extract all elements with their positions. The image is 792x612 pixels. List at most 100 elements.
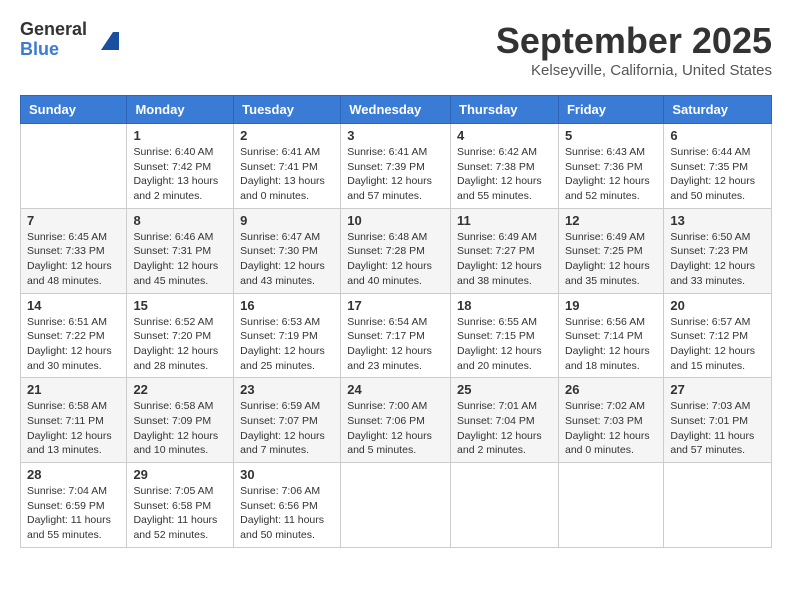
day-info: Sunrise: 6:40 AM Sunset: 7:42 PM Dayligh… <box>133 145 227 204</box>
day-info: Sunrise: 6:50 AM Sunset: 7:23 PM Dayligh… <box>670 230 765 289</box>
day-number: 16 <box>240 298 334 313</box>
day-info: Sunrise: 6:54 AM Sunset: 7:17 PM Dayligh… <box>347 315 444 374</box>
logo-general-text: General <box>20 20 87 40</box>
calendar-cell: 28 Sunrise: 7:04 AM Sunset: 6:59 PM Dayli… <box>21 463 127 548</box>
day-number: 20 <box>670 298 765 313</box>
day-number: 22 <box>133 382 227 397</box>
page-header: General Blue September 2025 Kelseyville,… <box>20 20 772 79</box>
day-info: Sunrise: 6:52 AM Sunset: 7:20 PM Dayligh… <box>133 315 227 374</box>
day-number: 21 <box>27 382 120 397</box>
calendar-cell: 11Sunrise: 6:49 AM Sunset: 7:27 PM Dayli… <box>451 208 559 293</box>
calendar-cell: 15 Sunrise: 6:52 AM Sunset: 7:20 PM Dayli… <box>127 293 234 378</box>
calendar-cell <box>664 463 772 548</box>
day-info: Sunrise: 7:01 AM Sunset: 7:04 PM Dayligh… <box>457 399 552 458</box>
calendar-cell: 27 Sunrise: 7:03 AM Sunset: 7:01 PM Dayli… <box>664 378 772 463</box>
day-number: 13 <box>670 213 765 228</box>
calendar-cell: 24Sunrise: 7:00 AM Sunset: 7:06 PM Dayli… <box>341 378 451 463</box>
day-info: Sunrise: 6:58 AM Sunset: 7:11 PM Dayligh… <box>27 399 120 458</box>
header-tuesday: Tuesday <box>234 96 341 124</box>
calendar-cell: 2 Sunrise: 6:41 AM Sunset: 7:41 PM Daylig… <box>234 124 341 209</box>
logo-blue-text: Blue <box>20 40 87 60</box>
day-number: 29 <box>133 467 227 482</box>
calendar-cell: 17 Sunrise: 6:54 AM Sunset: 7:17 PM Dayli… <box>341 293 451 378</box>
day-number: 24 <box>347 382 444 397</box>
day-number: 15 <box>133 298 227 313</box>
header-saturday: Saturday <box>664 96 772 124</box>
calendar-week-row: 14 Sunrise: 6:51 AM Sunset: 7:22 PM Dayli… <box>21 293 772 378</box>
calendar-cell: 14 Sunrise: 6:51 AM Sunset: 7:22 PM Dayli… <box>21 293 127 378</box>
day-number: 9 <box>240 213 334 228</box>
day-info: Sunrise: 7:06 AM Sunset: 6:56 PM Dayligh… <box>240 484 334 543</box>
calendar-cell: 13 Sunrise: 6:50 AM Sunset: 7:23 PM Dayli… <box>664 208 772 293</box>
calendar-cell <box>558 463 663 548</box>
day-info: Sunrise: 6:49 AM Sunset: 7:25 PM Dayligh… <box>565 230 657 289</box>
calendar-cell: 29 Sunrise: 7:05 AM Sunset: 6:58 PM Dayli… <box>127 463 234 548</box>
calendar-cell: 23 Sunrise: 6:59 AM Sunset: 7:07 PM Dayli… <box>234 378 341 463</box>
calendar-cell: 5Sunrise: 6:43 AM Sunset: 7:36 PM Daylig… <box>558 124 663 209</box>
calendar-week-row: 1 Sunrise: 6:40 AM Sunset: 7:42 PM Daylig… <box>21 124 772 209</box>
day-info: Sunrise: 6:58 AM Sunset: 7:09 PM Dayligh… <box>133 399 227 458</box>
calendar-week-row: 21 Sunrise: 6:58 AM Sunset: 7:11 PM Dayli… <box>21 378 772 463</box>
header-thursday: Thursday <box>451 96 559 124</box>
day-info: Sunrise: 6:59 AM Sunset: 7:07 PM Dayligh… <box>240 399 334 458</box>
calendar-cell: 10Sunrise: 6:48 AM Sunset: 7:28 PM Dayli… <box>341 208 451 293</box>
logo-icon <box>91 22 127 58</box>
day-number: 30 <box>240 467 334 482</box>
day-number: 2 <box>240 128 334 143</box>
day-info: Sunrise: 6:49 AM Sunset: 7:27 PM Dayligh… <box>457 230 552 289</box>
day-number: 17 <box>347 298 444 313</box>
calendar-week-row: 7 Sunrise: 6:45 AM Sunset: 7:33 PM Daylig… <box>21 208 772 293</box>
calendar-cell <box>21 124 127 209</box>
day-info: Sunrise: 7:03 AM Sunset: 7:01 PM Dayligh… <box>670 399 765 458</box>
calendar-week-row: 28 Sunrise: 7:04 AM Sunset: 6:59 PM Dayli… <box>21 463 772 548</box>
calendar-cell: 6 Sunrise: 6:44 AM Sunset: 7:35 PM Daylig… <box>664 124 772 209</box>
day-info: Sunrise: 6:43 AM Sunset: 7:36 PM Dayligh… <box>565 145 657 204</box>
day-info: Sunrise: 6:41 AM Sunset: 7:39 PM Dayligh… <box>347 145 444 204</box>
header-monday: Monday <box>127 96 234 124</box>
day-info: Sunrise: 6:55 AM Sunset: 7:15 PM Dayligh… <box>457 315 552 374</box>
calendar-cell: 20 Sunrise: 6:57 AM Sunset: 7:12 PM Dayli… <box>664 293 772 378</box>
day-number: 28 <box>27 467 120 482</box>
day-info: Sunrise: 6:41 AM Sunset: 7:41 PM Dayligh… <box>240 145 334 204</box>
day-info: Sunrise: 6:42 AM Sunset: 7:38 PM Dayligh… <box>457 145 552 204</box>
title-block: September 2025 Kelseyville, California, … <box>496 20 772 79</box>
day-number: 14 <box>27 298 120 313</box>
calendar-cell: 4 Sunrise: 6:42 AM Sunset: 7:38 PM Daylig… <box>451 124 559 209</box>
day-info: Sunrise: 6:45 AM Sunset: 7:33 PM Dayligh… <box>27 230 120 289</box>
calendar-cell: 26Sunrise: 7:02 AM Sunset: 7:03 PM Dayli… <box>558 378 663 463</box>
header-wednesday: Wednesday <box>341 96 451 124</box>
calendar-cell: 22 Sunrise: 6:58 AM Sunset: 7:09 PM Dayli… <box>127 378 234 463</box>
day-number: 19 <box>565 298 657 313</box>
day-info: Sunrise: 6:56 AM Sunset: 7:14 PM Dayligh… <box>565 315 657 374</box>
month-title: September 2025 <box>496 20 772 62</box>
day-number: 26 <box>565 382 657 397</box>
calendar-cell: 1 Sunrise: 6:40 AM Sunset: 7:42 PM Daylig… <box>127 124 234 209</box>
header-friday: Friday <box>558 96 663 124</box>
day-number: 8 <box>133 213 227 228</box>
day-info: Sunrise: 7:04 AM Sunset: 6:59 PM Dayligh… <box>27 484 120 543</box>
day-number: 4 <box>457 128 552 143</box>
calendar-header-row: SundayMondayTuesdayWednesdayThursdayFrid… <box>21 96 772 124</box>
calendar-cell: 18Sunrise: 6:55 AM Sunset: 7:15 PM Dayli… <box>451 293 559 378</box>
logo: General Blue <box>20 20 127 60</box>
day-number: 3 <box>347 128 444 143</box>
day-info: Sunrise: 6:51 AM Sunset: 7:22 PM Dayligh… <box>27 315 120 374</box>
calendar-cell <box>451 463 559 548</box>
calendar-cell: 30 Sunrise: 7:06 AM Sunset: 6:56 PM Dayli… <box>234 463 341 548</box>
calendar-cell: 12Sunrise: 6:49 AM Sunset: 7:25 PM Dayli… <box>558 208 663 293</box>
day-number: 7 <box>27 213 120 228</box>
calendar-cell <box>341 463 451 548</box>
calendar-cell: 19 Sunrise: 6:56 AM Sunset: 7:14 PM Dayli… <box>558 293 663 378</box>
day-number: 27 <box>670 382 765 397</box>
day-info: Sunrise: 6:53 AM Sunset: 7:19 PM Dayligh… <box>240 315 334 374</box>
day-number: 23 <box>240 382 334 397</box>
day-number: 6 <box>670 128 765 143</box>
day-info: Sunrise: 6:57 AM Sunset: 7:12 PM Dayligh… <box>670 315 765 374</box>
day-number: 10 <box>347 213 444 228</box>
location-text: Kelseyville, California, United States <box>496 62 772 79</box>
calendar-cell: 21 Sunrise: 6:58 AM Sunset: 7:11 PM Dayli… <box>21 378 127 463</box>
day-number: 1 <box>133 128 227 143</box>
calendar-table: SundayMondayTuesdayWednesdayThursdayFrid… <box>20 95 772 548</box>
day-info: Sunrise: 7:05 AM Sunset: 6:58 PM Dayligh… <box>133 484 227 543</box>
day-info: Sunrise: 6:44 AM Sunset: 7:35 PM Dayligh… <box>670 145 765 204</box>
